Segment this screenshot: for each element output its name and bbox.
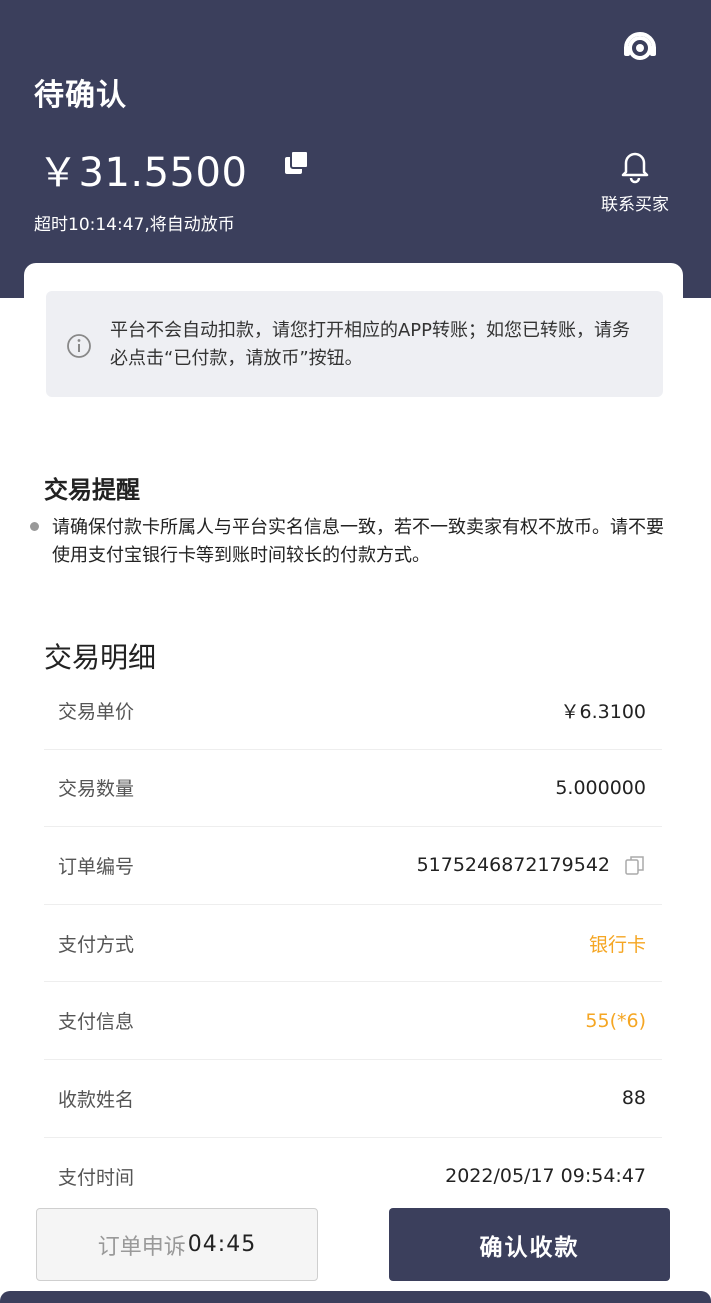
detail-label: 支付信息: [58, 1011, 135, 1034]
bottom-action-bar: 订单申诉 04:45 确认收款: [0, 1198, 711, 1292]
detail-row-quantity: 交易数量 5.000000: [44, 750, 662, 828]
appeal-timer: 04:45: [187, 1232, 257, 1257]
order-status-title: 待确认: [34, 78, 127, 113]
detail-row-payment-info: 支付信息 55(*6): [44, 982, 662, 1060]
detail-value: 2022/05/17 09:54:47: [445, 1165, 646, 1188]
order-amount: ￥31.5500: [38, 150, 248, 196]
trade-reminder-text: 请确保付款卡所属人与平台实名信息一致，若不一致卖家有权不放币。请不要使用支付宝银…: [52, 517, 664, 566]
detail-value: ￥6.3100: [560, 700, 646, 723]
customer-service-icon[interactable]: [620, 26, 660, 66]
bell-icon: [621, 152, 649, 184]
amount-row: ￥31.5500: [38, 140, 311, 198]
timeout-text: 超时10:14:47,将自动放币: [34, 215, 235, 235]
detail-value: 5.000000: [555, 776, 646, 799]
detail-label: 支付时间: [58, 1166, 135, 1189]
detail-row-unit-price: 交易单价 ￥6.3100: [44, 672, 662, 750]
detail-value: 88: [621, 1087, 646, 1110]
detail-value[interactable]: 银行卡: [589, 930, 646, 957]
detail-label: 交易单价: [58, 700, 135, 723]
order-number-value: 5175246872179542: [417, 854, 646, 876]
detail-row-payment-method: 支付方式 银行卡: [44, 905, 662, 983]
copy-icon[interactable]: [624, 854, 646, 876]
order-appeal-button[interactable]: 订单申诉 04:45: [36, 1208, 318, 1281]
detail-label: 交易数量: [58, 778, 135, 801]
contact-buyer-button[interactable]: 联系买家: [585, 148, 685, 215]
detail-value[interactable]: 55(*6): [585, 1010, 646, 1032]
header: 待确认 ￥31.5500 超时10:14:47,将自动放币 联系买家: [0, 0, 711, 298]
trade-details-table: 交易单价 ￥6.3100 交易数量 5.000000 订单编号 51752468…: [44, 672, 662, 1215]
bullet-dot: [30, 522, 39, 531]
detail-row-order-number: 订单编号 5175246872179542: [44, 827, 662, 905]
payment-notice: 平台不会自动扣款，请您打开相应的APP转账；如您已转账，请务必点击“已付款，请放…: [46, 291, 663, 397]
detail-row-payee-name: 收款姓名 88: [44, 1060, 662, 1138]
detail-label: 收款姓名: [58, 1088, 135, 1111]
confirm-receipt-button[interactable]: 确认收款: [389, 1208, 670, 1281]
notice-text: 平台不会自动扣款，请您打开相应的APP转账；如您已转账，请务必点击“已付款，请放…: [110, 320, 631, 369]
detail-label: 订单编号: [58, 855, 135, 878]
trade-reminder-item: 请确保付款卡所属人与平台实名信息一致，若不一致卖家有权不放币。请不要使用支付宝银…: [30, 514, 670, 570]
contact-buyer-label: 联系买家: [601, 195, 669, 215]
detail-value: 5175246872179542: [416, 854, 610, 877]
trade-reminder-title: 交易提醒: [44, 476, 140, 504]
detail-label: 支付方式: [58, 933, 135, 956]
appeal-label: 订单申诉: [97, 1234, 186, 1260]
trade-details-title: 交易明细: [44, 641, 157, 674]
copy-icon[interactable]: [283, 149, 311, 177]
bottom-edge-strip: [0, 1291, 711, 1303]
info-icon: [67, 334, 91, 358]
